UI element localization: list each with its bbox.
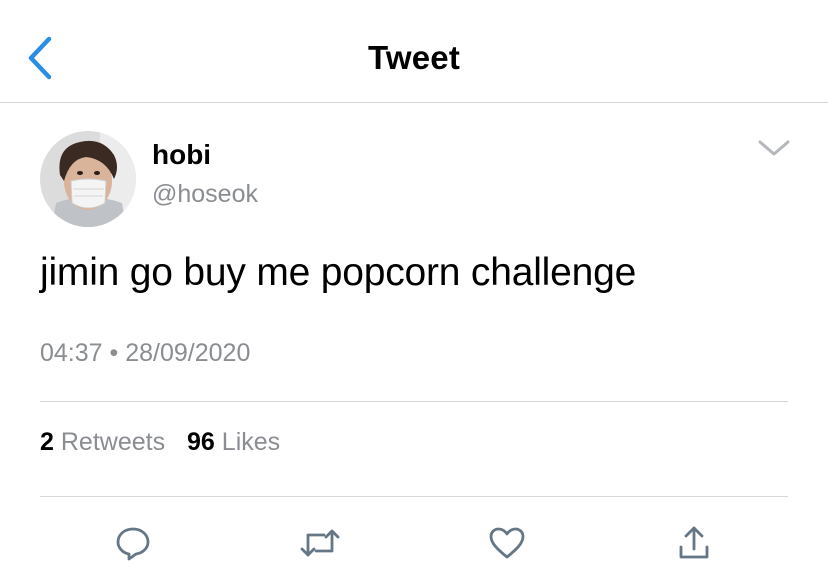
likes-stat[interactable]: 96 Likes [187, 428, 280, 457]
avatar-image [40, 131, 136, 227]
reply-button[interactable] [108, 518, 158, 568]
tweet-time: 04:37 [40, 339, 103, 367]
action-bar [0, 518, 828, 568]
divider [40, 496, 788, 497]
retweet-icon [300, 529, 340, 557]
share-icon [679, 526, 709, 559]
tweet-detail: hobi @hoseok jimin go buy me popcorn cha… [0, 103, 828, 584]
likes-label: Likes [221, 428, 281, 456]
heart-icon [489, 527, 525, 559]
author-name[interactable]: hobi [152, 139, 211, 171]
chevron-down-icon [758, 140, 790, 156]
retweets-stat[interactable]: 2 Retweets [40, 428, 165, 457]
likes-count: 96 [187, 428, 215, 456]
retweets-count: 2 [40, 428, 54, 456]
tweet-timestamp: 04:37 • 28/09/2020 [40, 339, 250, 368]
tweet-stats: 2 Retweets 96 Likes [40, 428, 295, 457]
author-handle[interactable]: @hoseok [152, 180, 258, 209]
page-title: Tweet [367, 39, 461, 76]
retweet-button[interactable] [295, 518, 345, 568]
navigation-bar: Tweet [0, 0, 828, 103]
retweets-label: Retweets [60, 428, 166, 456]
reply-icon [116, 527, 150, 561]
timestamp-separator: • [109, 339, 119, 367]
tweet-date: 28/09/2020 [125, 339, 251, 367]
tweet-text: jimin go buy me popcorn challenge [40, 251, 637, 294]
like-button[interactable] [482, 518, 532, 568]
divider [40, 401, 788, 402]
avatar[interactable] [40, 131, 136, 227]
more-options-button[interactable] [752, 133, 796, 163]
share-button[interactable] [669, 518, 719, 568]
